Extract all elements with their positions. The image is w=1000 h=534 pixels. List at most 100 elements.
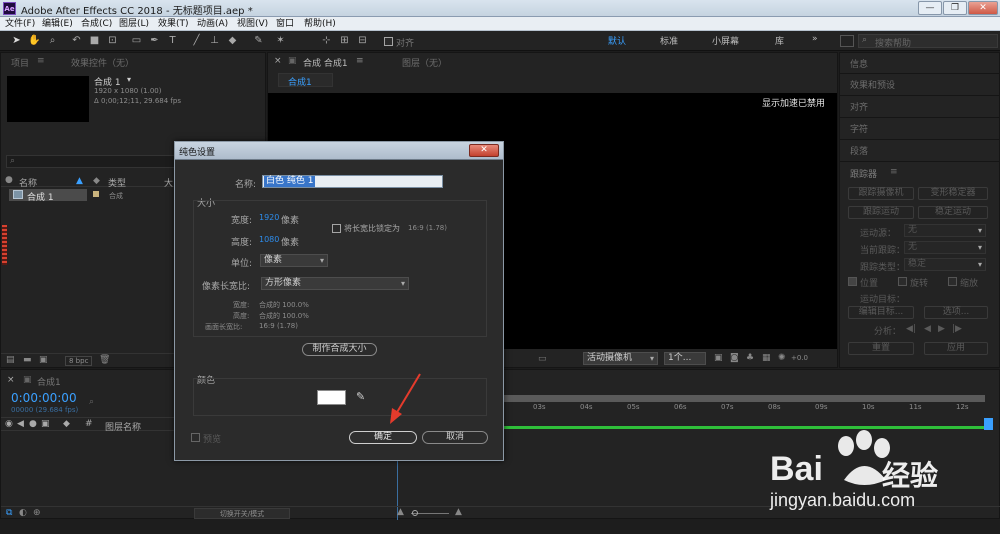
view-select[interactable]: 1个... [664,352,706,365]
col-type[interactable]: 类型 [108,176,126,189]
stamp-tool-icon[interactable]: ⊥ [208,34,221,47]
view-axis-icon[interactable]: ⊟ [356,34,369,47]
scale-checkbox[interactable] [948,277,957,286]
grid-icon[interactable]: ▭ [538,354,547,364]
rotation-checkbox[interactable] [898,277,907,286]
roto-tool-icon[interactable]: ✎ [252,34,265,47]
align-checkbox[interactable] [384,37,393,46]
analyze-back-icon[interactable]: ◀| [906,324,916,334]
help-search-input[interactable]: ⌕ 搜索帮助 [858,34,998,49]
timecode[interactable]: 0:00:00:00 [11,391,77,405]
workspace-standard[interactable]: 标准 [660,34,678,47]
par-select[interactable]: 方形像素 ▾ [261,277,409,290]
close-tab-icon[interactable]: × [274,56,282,66]
options-button[interactable]: 选项... [924,306,988,319]
workspace-more-icon[interactable]: » [812,34,818,44]
interpret-footage-icon[interactable]: ▤ [6,355,15,365]
selection-tool-icon[interactable]: ➤ [10,34,23,47]
workspace-library[interactable]: 库 [775,34,784,47]
close-timeline-icon[interactable]: × [7,375,15,385]
comp-subtab[interactable]: 合成1 [278,73,333,88]
tab-project[interactable]: 项目 [11,56,29,69]
end-marker[interactable] [984,418,993,430]
apply-button[interactable]: 应用 [924,342,988,355]
timeline-tab[interactable]: 合成1 [37,375,61,388]
hand-tool-icon[interactable]: ✋ [28,34,41,47]
reset-button[interactable]: 重置 [848,342,914,355]
pen-tool-icon[interactable]: ✒ [148,34,161,47]
menu-window[interactable]: 窗口 [276,17,294,31]
menu-animation[interactable]: 动画(A) [197,17,228,31]
close-button[interactable]: ✕ [968,1,998,15]
cancel-button[interactable]: 取消 [422,431,488,444]
pan-tool-icon[interactable]: ⊡ [106,34,119,47]
panel-paragraph[interactable]: 段落 [850,144,868,157]
analyze-forward-icon[interactable]: ▶ [938,324,945,334]
lock-col-icon[interactable]: ▣ [41,419,50,429]
ok-button[interactable]: 确定 [349,431,417,444]
axis-tool-icon[interactable]: ⊹ [320,34,333,47]
eraser-tool-icon[interactable]: ◆ [226,34,239,47]
make-comp-size-button[interactable]: 制作合成大小 [302,343,377,356]
dialog-close-button[interactable]: ✕ [469,144,499,157]
name-input[interactable]: 白色 纯色 1 [262,175,443,188]
exposure-icon[interactable]: ✺ [778,353,786,363]
toggle-icon[interactable]: ▣ [714,353,723,363]
menu-view[interactable]: 视图(V) [237,17,268,31]
solo-icon[interactable]: ● [29,419,37,429]
zoom-slider-handle[interactable] [412,510,418,516]
table-row[interactable]: 合成 1 [9,189,87,203]
world-axis-icon[interactable]: ⊞ [338,34,351,47]
track-type-select[interactable]: 稳定 ▾ [904,258,986,271]
camera-select[interactable]: 活动摄像机 ▾ [583,352,658,365]
camera-tool-icon[interactable]: ■ [88,34,101,47]
puppet-tool-icon[interactable]: ✶ [274,34,287,47]
panel-info[interactable]: 信息 [850,57,868,70]
toggle-modes-button[interactable]: 切换开关/模式 [194,508,290,519]
menu-composition[interactable]: 合成(C) [81,17,112,31]
new-comp-icon[interactable]: ▣ [39,355,48,365]
snapshot-icon[interactable]: ◙ [730,353,739,363]
type-tool-icon[interactable]: T [166,34,179,47]
motion-blur-icon[interactable]: ⊕ [33,508,41,518]
preview-checkbox[interactable] [191,433,200,442]
edit-target-button[interactable]: 编辑目标... [848,306,914,319]
menu-edit[interactable]: 编辑(E) [42,17,73,31]
tab-composition[interactable]: 合成 合成1 [303,56,348,69]
lock-aspect-checkbox[interactable] [332,224,341,233]
width-value[interactable]: 1920 [259,213,279,222]
motion-source-select[interactable]: 无 ▾ [904,224,986,237]
zoom-in-icon[interactable]: ▲ [455,507,462,517]
bpc-button[interactable]: 8 bpc [65,356,93,366]
analyze-backward-icon[interactable]: ◀ [924,324,931,334]
timeline-search-icon[interactable]: ⌕ [89,397,94,407]
maximize-button[interactable]: ❐ [943,1,967,15]
panel-align[interactable]: 对齐 [850,100,868,113]
render-time-icon[interactable]: ◐ [19,508,27,518]
minimize-button[interactable]: — [918,1,942,15]
track-camera-button[interactable]: 跟踪摄像机 [848,187,914,200]
comp-dropdown-icon[interactable]: ▾ [127,75,131,84]
visibility-icon[interactable]: ◉ [5,419,13,429]
panel-character[interactable]: 字符 [850,122,868,135]
col-name[interactable]: 名称 [19,176,37,189]
rotate-tool-icon[interactable]: ↶ [70,34,83,47]
track-motion-button[interactable]: 跟踪运动 [848,206,914,219]
trash-icon[interactable]: 🗑 [99,355,110,365]
position-checkbox[interactable] [848,277,857,286]
channel-icon[interactable]: ♣ [746,353,754,363]
warp-stabilizer-button[interactable]: 变形稳定器 [918,187,988,200]
panel-effects-presets[interactable]: 效果和预设 [850,78,895,91]
zoom-out-icon[interactable]: ▲ [397,507,404,517]
workspace-default[interactable]: 默认 [608,34,626,47]
col-size[interactable]: 大 [164,176,173,189]
sort-up-icon[interactable]: ▲ [76,176,83,186]
stabilize-motion-button[interactable]: 稳定运动 [918,206,988,219]
menu-effect[interactable]: 效果(T) [158,17,189,31]
current-track-select[interactable]: 无 ▾ [904,241,986,254]
menu-help[interactable]: 帮助(H) [304,17,336,31]
zoom-tool-icon[interactable]: ⌕ [46,34,59,47]
tab-layer[interactable]: 图层（无） [402,56,447,69]
units-select[interactable]: 像素 ▾ [260,254,328,267]
panel-tracker[interactable]: 跟踪器 [850,167,877,180]
